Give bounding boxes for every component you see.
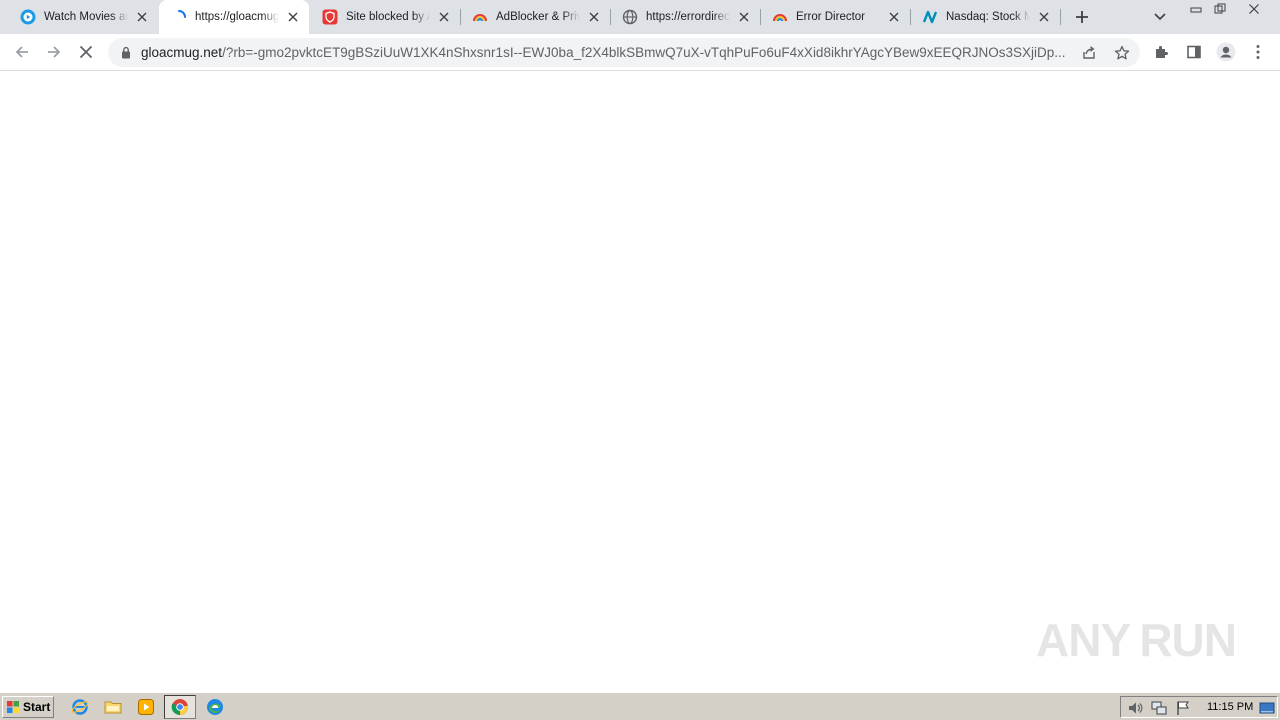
url-path: /?rb=-gmo2pvktcET9gBSziUuW1XK4nShxsnr1sI… (222, 45, 1066, 60)
tab-nasdaq[interactable]: Nasdaq: Stock Market (910, 0, 1060, 34)
media-player-icon (138, 699, 154, 715)
watermark-text-right: RUN (1139, 614, 1237, 666)
internet-explorer-launcher[interactable] (70, 697, 90, 717)
chrome-icon (171, 699, 189, 716)
bookmark-star-icon[interactable] (1112, 43, 1132, 63)
action-center-flag-icon[interactable] (1175, 700, 1191, 716)
browser-toolbar: gloacmug.net/?rb=-gmo2pvktcET9gBSziUuW1X… (0, 34, 1280, 71)
arrow-left-icon (15, 46, 28, 58)
tab-title: https://gloacmug.net (195, 11, 279, 23)
file-explorer-launcher[interactable] (103, 697, 123, 717)
close-tab-icon[interactable] (736, 9, 752, 25)
close-tab-icon[interactable] (886, 9, 902, 25)
close-icon (1249, 4, 1259, 14)
tab-title: https://errordirector (646, 11, 730, 23)
tab-search-button[interactable] (1151, 8, 1169, 26)
close-tab-icon[interactable] (285, 9, 301, 25)
tab-error-director[interactable]: Error Director (760, 0, 910, 34)
nasdaq-icon (922, 9, 938, 25)
more-vertical-icon (1256, 45, 1260, 59)
tab-separator (1060, 9, 1061, 25)
close-tab-icon[interactable] (134, 9, 150, 25)
page-content (0, 72, 1280, 692)
watermark-text-left: ANY (1036, 614, 1131, 666)
start-label: Start (23, 700, 51, 714)
lock-icon[interactable] (119, 45, 133, 59)
tab-errordirector-url[interactable]: https://errordirector (610, 0, 760, 34)
chevron-down-icon (1154, 13, 1166, 21)
clock[interactable]: 11:15 PM (1207, 701, 1253, 713)
internet-explorer-icon (71, 699, 89, 715)
tab-gloacmug[interactable]: https://gloacmug.net (159, 0, 309, 34)
folder-icon (104, 701, 122, 714)
share-icon[interactable] (1080, 44, 1098, 62)
tab-adblocker-privacy[interactable]: AdBlocker & Privacy (460, 0, 610, 34)
tab-title: Site blocked by AdBlocker (346, 11, 430, 23)
minimize-button[interactable] (1184, 0, 1208, 18)
edge-icon (207, 699, 223, 715)
back-button[interactable] (10, 40, 34, 64)
arrow-right-icon (48, 46, 61, 58)
globe-icon (622, 9, 638, 25)
tab-title: Error Director (796, 11, 866, 23)
forward-button[interactable] (42, 40, 66, 64)
close-tab-icon[interactable] (586, 9, 602, 25)
url-text[interactable]: gloacmug.net/?rb=-gmo2pvktcET9gBSziUuW1X… (141, 45, 1071, 61)
url-host: gloacmug.net (141, 45, 223, 60)
shield-icon (322, 9, 338, 25)
stop-loading-button[interactable] (74, 40, 98, 64)
tab-site-blocked[interactable]: Site blocked by AdBlocker (310, 0, 460, 34)
play-circle-icon (20, 9, 36, 25)
chrome-menu-button[interactable] (1246, 40, 1270, 64)
chrome-taskbar-button[interactable] (164, 695, 196, 719)
minimize-icon (1190, 7, 1202, 13)
tab-watch-movies[interactable]: Watch Movies and TV Shows (8, 0, 158, 34)
plus-icon (1076, 11, 1088, 23)
windows-logo-icon (7, 701, 19, 713)
restore-button[interactable] (1208, 0, 1232, 18)
volume-icon[interactable] (1127, 700, 1143, 716)
taskbar: Start 11:15 PM (0, 692, 1280, 720)
loading-spinner-icon (171, 9, 187, 25)
show-desktop-icon[interactable] (1259, 700, 1275, 716)
close-icon (79, 45, 93, 59)
side-panel-icon (1187, 45, 1201, 59)
address-bar[interactable]: gloacmug.net/?rb=-gmo2pvktcET9gBSziUuW1X… (108, 38, 1140, 67)
rainbow-icon (772, 9, 788, 25)
extensions-button[interactable] (1150, 40, 1174, 64)
avatar-icon (1216, 42, 1236, 62)
tab-title: Nasdaq: Stock Market (946, 11, 1030, 23)
edge-launcher[interactable] (205, 697, 225, 717)
tab-strip: Watch Movies and TV Shows https://gloacm… (0, 0, 1280, 34)
anyrun-watermark: ANY RUN (1036, 608, 1237, 672)
start-button[interactable]: Start (2, 696, 54, 718)
play-logo-icon (1134, 639, 1136, 641)
profile-button[interactable] (1214, 40, 1238, 64)
new-tab-button[interactable] (1072, 7, 1092, 27)
close-window-button[interactable] (1242, 0, 1266, 18)
restore-icon (1214, 3, 1226, 14)
close-tab-icon[interactable] (1036, 9, 1052, 25)
rainbow-icon (472, 9, 488, 25)
tab-title: Watch Movies and TV Shows (44, 11, 128, 23)
puzzle-icon (1156, 46, 1168, 58)
network-icon[interactable] (1151, 700, 1167, 716)
system-tray: 11:15 PM (1120, 696, 1278, 718)
side-panel-button[interactable] (1182, 40, 1206, 64)
media-player-launcher[interactable] (136, 697, 156, 717)
close-tab-icon[interactable] (436, 9, 452, 25)
tab-title: AdBlocker & Privacy (496, 11, 580, 23)
